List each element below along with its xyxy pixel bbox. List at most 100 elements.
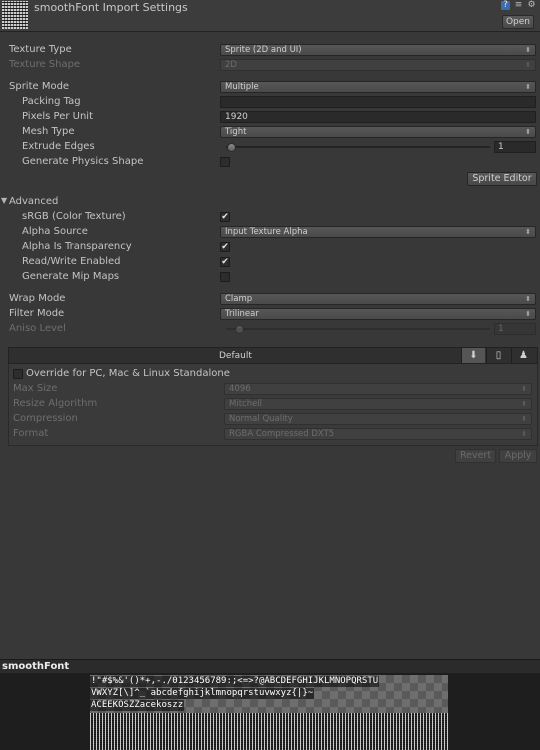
texture-shape-row: Texture Shape 2D ⬍ bbox=[0, 58, 540, 73]
extrude-edges-slider-track[interactable] bbox=[226, 146, 490, 148]
advanced-foldout[interactable]: ▼ Advanced bbox=[0, 195, 540, 210]
mobile-icon[interactable]: ▯ bbox=[486, 348, 510, 363]
texture-type-value: Sprite (2D and UI) bbox=[225, 45, 302, 55]
resize-algorithm-value: Mitchell bbox=[229, 399, 263, 409]
aniso-level-input: 1 bbox=[494, 323, 536, 335]
dropdown-arrow-icon: ⬍ bbox=[525, 228, 531, 236]
dropdown-arrow-icon: ⬍ bbox=[525, 128, 531, 136]
compression-value: Normal Quality bbox=[229, 414, 293, 424]
read-write-checkbox[interactable]: ✔ bbox=[220, 257, 230, 267]
filter-mode-row: Filter Mode Trilinear ⬍ bbox=[0, 307, 540, 322]
compression-row: Compression Normal Quality ⬍ bbox=[9, 412, 539, 427]
foldout-arrow-icon: ▼ bbox=[1, 196, 8, 205]
srgb-row: sRGB (Color Texture) ✔ bbox=[0, 210, 540, 225]
wrap-mode-value: Clamp bbox=[225, 294, 253, 304]
wrap-mode-label: Wrap Mode bbox=[9, 293, 66, 304]
alpha-source-value: Input Texture Alpha bbox=[225, 227, 308, 237]
max-size-row: Max Size 4096 ⬍ bbox=[9, 382, 539, 397]
texture-thumbnail bbox=[2, 1, 28, 29]
aniso-level-row: Aniso Level 1 bbox=[0, 322, 540, 337]
wrap-mode-dropdown[interactable]: Clamp ⬍ bbox=[220, 293, 536, 305]
alpha-is-transparency-row: Alpha Is Transparency ✔ bbox=[0, 240, 540, 255]
format-dropdown: RGBA Compressed DXT5 ⬍ bbox=[224, 428, 532, 440]
aniso-level-slider-track bbox=[226, 328, 490, 330]
inspector-title: smoothFont Import Settings bbox=[34, 1, 188, 14]
preview-header: smoothFont bbox=[0, 659, 540, 673]
resize-algorithm-label: Resize Algorithm bbox=[13, 398, 98, 409]
pixels-per-unit-row: Pixels Per Unit 1920 bbox=[0, 110, 540, 125]
srgb-checkbox[interactable]: ✔ bbox=[220, 212, 230, 222]
filter-mode-dropdown[interactable]: Trilinear ⬍ bbox=[220, 308, 536, 320]
packing-tag-label: Packing Tag bbox=[22, 96, 81, 107]
pixels-per-unit-label: Pixels Per Unit bbox=[22, 111, 93, 122]
android-icon[interactable]: ♟ bbox=[511, 348, 535, 363]
alpha-is-transparency-label: Alpha Is Transparency bbox=[22, 241, 132, 252]
sprite-mode-value: Multiple bbox=[225, 82, 259, 92]
advanced-label: Advanced bbox=[9, 196, 59, 207]
resize-algorithm-row: Resize Algorithm Mitchell ⬍ bbox=[9, 397, 539, 412]
dropdown-arrow-icon: ⬍ bbox=[521, 400, 527, 408]
dropdown-arrow-icon: ⬍ bbox=[521, 385, 527, 393]
generate-mip-maps-row: Generate Mip Maps bbox=[0, 270, 540, 285]
extrude-edges-label: Extrude Edges bbox=[22, 141, 95, 152]
generate-physics-shape-checkbox[interactable] bbox=[220, 157, 230, 167]
alpha-source-dropdown[interactable]: Input Texture Alpha ⬍ bbox=[220, 226, 536, 238]
max-size-value: 4096 bbox=[229, 384, 251, 394]
srgb-label: sRGB (Color Texture) bbox=[22, 211, 126, 222]
aniso-level-label: Aniso Level bbox=[9, 323, 66, 334]
texture-type-dropdown[interactable]: Sprite (2D and UI) ⬍ bbox=[220, 44, 536, 56]
generate-physics-shape-label: Generate Physics Shape bbox=[22, 156, 144, 167]
generate-mip-maps-label: Generate Mip Maps bbox=[22, 271, 120, 282]
revert-button[interactable]: Revert bbox=[455, 449, 496, 463]
format-row: Format RGBA Compressed DXT5 ⬍ bbox=[9, 427, 539, 442]
texture-type-row: Texture Type Sprite (2D and UI) ⬍ bbox=[0, 43, 540, 58]
generate-mip-maps-checkbox[interactable] bbox=[220, 272, 230, 282]
packing-tag-row: Packing Tag bbox=[0, 95, 540, 110]
format-value: RGBA Compressed DXT5 bbox=[229, 429, 335, 439]
sprite-editor-button[interactable]: Sprite Editor bbox=[467, 172, 537, 186]
glyph-row: ACEEKOSZZacekoszz bbox=[90, 700, 185, 711]
extrude-edges-input[interactable]: 1 bbox=[494, 141, 536, 153]
max-size-dropdown: 4096 ⬍ bbox=[224, 383, 532, 395]
glyph-atlas-noise bbox=[90, 713, 448, 750]
glyph-row: !"#$%&'()*+,-./0123456789:;<=>?@ABCDEFGH… bbox=[90, 676, 380, 687]
sprite-mode-dropdown[interactable]: Multiple ⬍ bbox=[220, 81, 536, 93]
book-icon[interactable]: ? bbox=[501, 1, 510, 10]
extrude-edges-slider-thumb[interactable] bbox=[227, 143, 237, 152]
dropdown-arrow-icon: ⬍ bbox=[525, 61, 531, 69]
compression-dropdown: Normal Quality ⬍ bbox=[224, 413, 532, 425]
compression-label: Compression bbox=[13, 413, 78, 424]
dropdown-arrow-icon: ⬍ bbox=[525, 46, 531, 54]
apply-button[interactable]: Apply bbox=[499, 449, 537, 463]
texture-shape-value: 2D bbox=[225, 60, 237, 70]
dropdown-arrow-icon: ⬍ bbox=[525, 83, 531, 91]
mesh-type-value: Tight bbox=[225, 127, 247, 137]
default-platform-tab[interactable]: Default bbox=[219, 351, 252, 361]
settings-preset-icon[interactable]: ≡ bbox=[514, 1, 523, 10]
override-row: Override for PC, Mac & Linux Standalone bbox=[9, 367, 539, 382]
generate-physics-shape-row: Generate Physics Shape bbox=[0, 155, 540, 170]
mesh-type-dropdown[interactable]: Tight ⬍ bbox=[220, 126, 536, 138]
inspector-header: smoothFont Import Settings ? ≡ ⚙ Open bbox=[0, 0, 540, 32]
sprite-mode-row: Sprite Mode Multiple ⬍ bbox=[0, 80, 540, 95]
texture-shape-label: Texture Shape bbox=[9, 59, 81, 70]
platform-settings-panel: Override for PC, Mac & Linux Standalone … bbox=[8, 364, 538, 446]
dropdown-arrow-icon: ⬍ bbox=[521, 430, 527, 438]
packing-tag-input[interactable] bbox=[220, 96, 536, 108]
alpha-is-transparency-checkbox[interactable]: ✔ bbox=[220, 242, 230, 252]
download-icon[interactable]: ⬇ bbox=[461, 348, 485, 363]
resize-algorithm-dropdown: Mitchell ⬍ bbox=[224, 398, 532, 410]
mesh-type-row: Mesh Type Tight ⬍ bbox=[0, 125, 540, 140]
aniso-level-slider-thumb bbox=[235, 325, 245, 334]
read-write-row: Read/Write Enabled ✔ bbox=[0, 255, 540, 270]
sprite-mode-label: Sprite Mode bbox=[9, 81, 70, 92]
dropdown-arrow-icon: ⬍ bbox=[525, 310, 531, 318]
gear-icon[interactable]: ⚙ bbox=[527, 1, 536, 10]
override-label: Override for PC, Mac & Linux Standalone bbox=[26, 368, 230, 379]
override-checkbox[interactable] bbox=[13, 369, 23, 379]
preview-title: smoothFont bbox=[2, 661, 70, 672]
mesh-type-label: Mesh Type bbox=[22, 126, 75, 137]
pixels-per-unit-input[interactable]: 1920 bbox=[220, 111, 536, 123]
open-button[interactable]: Open bbox=[502, 15, 534, 29]
filter-mode-label: Filter Mode bbox=[9, 308, 65, 319]
